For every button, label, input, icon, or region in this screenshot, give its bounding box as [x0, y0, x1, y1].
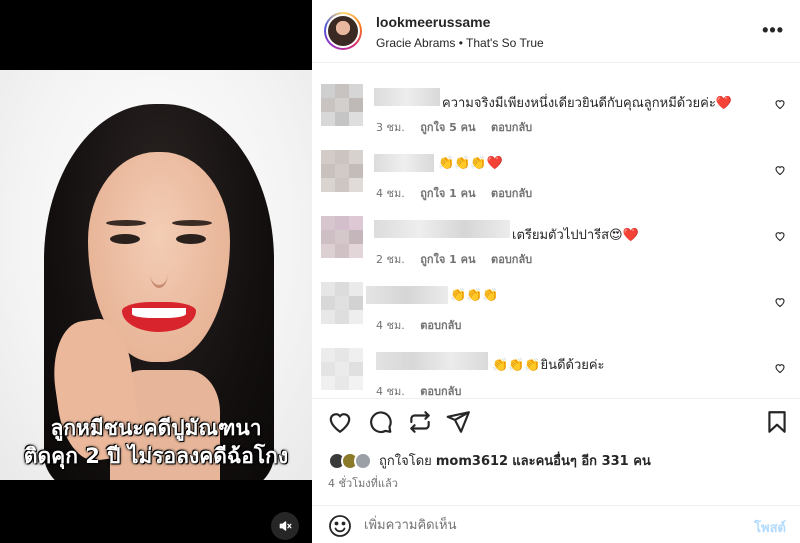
comment-item: ความจริงมีเพียงหนึ่งเดียวยินดีกับคุณลูกห…	[312, 64, 800, 134]
likes-others[interactable]: และคนอื่นๆ อีก 331 คน	[512, 454, 651, 469]
comment-text: เตรียมตัวไปปารีส😍❤️	[512, 228, 639, 243]
video-caption: ลูกหมีชนะคดีปูมัณฑนา ติดคุก 2 ปี ไม่รอลง…	[0, 414, 312, 470]
emoji-icon[interactable]	[328, 514, 352, 538]
photo-eye-left	[110, 234, 140, 244]
likes-prefix: ถูกใจโดย	[379, 454, 432, 469]
share-icon[interactable]	[445, 409, 471, 435]
liker-avatars	[328, 451, 372, 470]
comment-text: ความจริงมีเพียงหนึ่งเดียวยินดีกับคุณลูกห…	[442, 96, 732, 111]
comment-username-blurred[interactable]	[376, 352, 488, 370]
comment-item: เตรียมตัวไปปารีส😍❤️ 2 ชม. ถูกใจ 1 คน ตอบ…	[312, 196, 800, 266]
add-comment-bar: โพสต์	[312, 505, 800, 543]
post-actions	[312, 398, 800, 446]
heart-outline-icon[interactable]	[774, 230, 786, 242]
heart-outline-icon[interactable]	[774, 98, 786, 110]
heart-outline-icon[interactable]	[774, 362, 786, 374]
username-link[interactable]: lookmeerussame	[376, 14, 490, 30]
heart-outline-icon[interactable]	[774, 164, 786, 176]
audio-track-link[interactable]: Gracie Abrams • That's So True	[376, 36, 544, 50]
comment-meta: 4 ชม. ตอบกลับ	[376, 382, 473, 398]
like-icon[interactable]	[327, 409, 353, 435]
comment-time: 4 ชม.	[376, 385, 405, 398]
more-horizontal-icon[interactable]: •••	[762, 20, 784, 41]
repost-icon[interactable]	[407, 409, 433, 435]
comment-item: 👏👏👏❤️ 4 ชม. ถูกใจ 1 คน ตอบกลับ	[312, 130, 800, 200]
caption-line-2: ติดคุก 2 ปี ไม่รอลงคดีฉ้อโกง	[23, 444, 289, 468]
comment-username-blurred[interactable]	[374, 154, 434, 172]
comment-username-blurred[interactable]	[366, 286, 448, 304]
comment-text: 👏👏👏ยินดีด้วยค่ะ	[492, 358, 605, 373]
likes-text: ถูกใจโดย mom3612 และคนอื่นๆ อีก 331 คน	[379, 450, 651, 471]
comment-avatar-blurred[interactable]	[321, 216, 363, 258]
comment-item: 👏👏👏ยินดีด้วยค่ะ 4 ชม. ตอบกลับ	[312, 328, 800, 398]
post-header: lookmeerussame Gracie Abrams • That's So…	[312, 0, 800, 63]
comment-item: 👏👏👏 4 ชม. ตอบกลับ	[312, 262, 800, 332]
comment-avatar-blurred[interactable]	[321, 84, 363, 126]
photo-nose	[150, 258, 168, 288]
comment-username-blurred[interactable]	[374, 220, 510, 238]
comment-avatar-blurred[interactable]	[321, 282, 363, 324]
comment-username-blurred[interactable]	[374, 88, 440, 106]
photo-eye-right	[176, 234, 206, 244]
heart-outline-icon[interactable]	[774, 296, 786, 308]
caption-line-1: ลูกหมีชนะคดีปูมัณฑนา	[50, 416, 262, 440]
comment-reply-button[interactable]: ตอบกลับ	[420, 385, 461, 398]
post-panel: lookmeerussame Gracie Abrams • That's So…	[312, 0, 800, 543]
post-comment-button[interactable]: โพสต์	[754, 517, 786, 538]
post-timestamp: 4 ชั่วโมงที่แล้ว	[328, 477, 398, 490]
comment-text: 👏👏👏❤️	[438, 156, 503, 171]
speaker-muted-icon[interactable]	[271, 512, 299, 540]
comment-icon[interactable]	[367, 409, 393, 435]
post-media[interactable]: ลูกหมีชนะคดีปูมัณฑนา ติดคุก 2 ปี ไม่รอลง…	[0, 0, 312, 543]
bookmark-icon[interactable]	[764, 409, 790, 435]
liker-username[interactable]: mom3612	[436, 454, 508, 469]
avatar	[354, 451, 372, 470]
likes-summary[interactable]: ถูกใจโดย mom3612 และคนอื่นๆ อีก 331 คน	[328, 450, 651, 471]
photo-brow-left	[106, 220, 146, 226]
photo-brow-right	[172, 220, 212, 226]
comment-avatar-blurred[interactable]	[321, 150, 363, 192]
comments-list[interactable]: ความจริงมีเพียงหนึ่งเดียวยินดีกับคุณลูกห…	[312, 64, 800, 398]
comment-avatar-blurred[interactable]	[321, 348, 363, 390]
photo-teeth	[132, 308, 186, 318]
avatar[interactable]	[324, 12, 362, 50]
comment-text: 👏👏👏	[450, 288, 499, 303]
add-comment-input[interactable]	[364, 512, 744, 538]
